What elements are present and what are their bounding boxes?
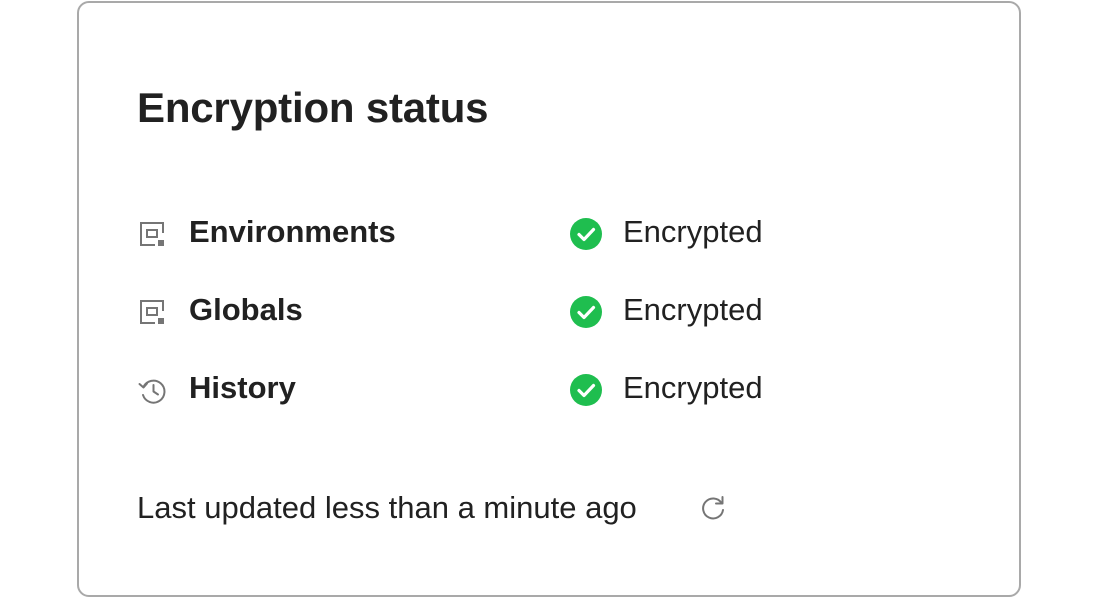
row-label: Environments [189,214,396,249]
environment-box-icon [137,297,167,327]
check-circle-icon [569,295,603,329]
status-text: Encrypted [623,370,763,405]
status-row-globals: Globals Encrypted [137,288,837,332]
status-text: Encrypted [623,214,763,249]
last-updated-text: Last updated less than a minute ago [137,490,637,525]
environment-box-icon [137,219,167,249]
check-circle-icon [569,373,603,407]
status-row-environments: Environments Encrypted [137,210,837,254]
status-text: Encrypted [623,292,763,327]
row-label: Globals [189,292,303,327]
refresh-icon [695,490,731,526]
refresh-button[interactable] [695,490,731,526]
card-title: Encryption status [137,84,489,131]
check-circle-icon [569,217,603,251]
row-label: History [189,370,296,405]
encryption-status-card: Encryption status Environments Encrypted [77,1,1021,597]
history-icon [137,375,167,405]
status-row-history: History Encrypted [137,366,837,410]
